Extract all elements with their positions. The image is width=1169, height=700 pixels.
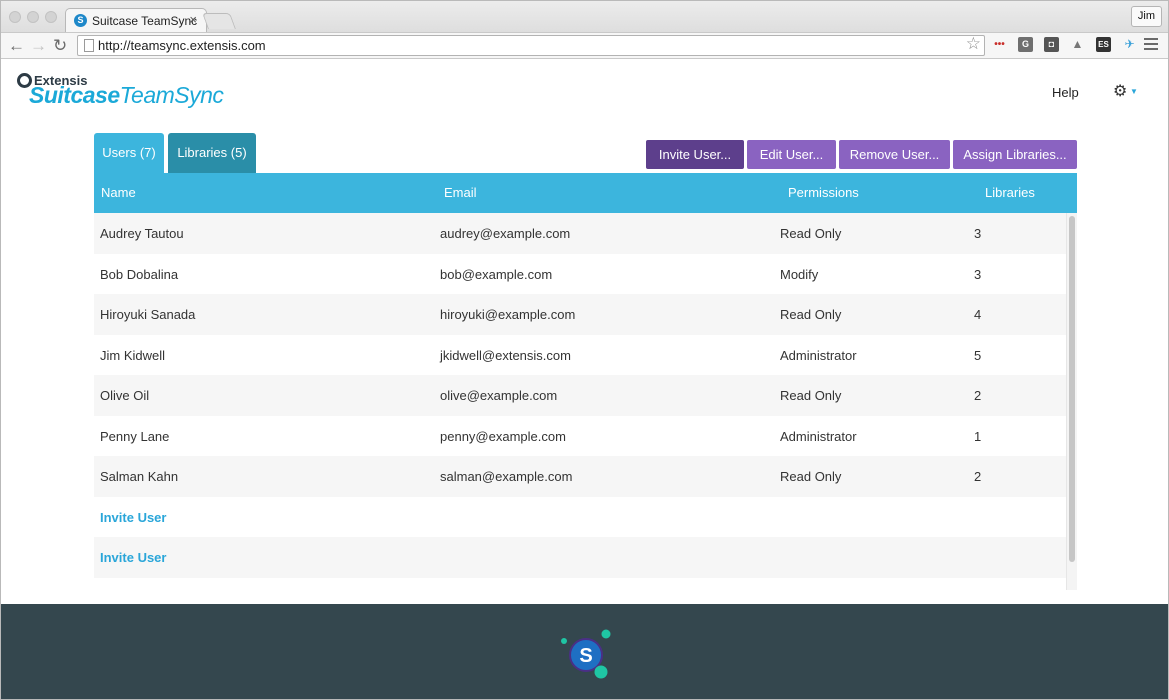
cell-name: Penny Lane (100, 429, 170, 444)
drive-extension-icon[interactable]: ▲ (1070, 37, 1085, 52)
cell-libraries: 3 (974, 267, 982, 282)
cell-email: salman@example.com (440, 469, 573, 484)
page-footer: S (1, 604, 1168, 699)
title-bar: S Suitcase TeamSync × Jim (1, 1, 1168, 33)
cell-libraries: 2 (974, 388, 982, 403)
invite-row: Invite User (94, 497, 1066, 538)
tab-title: Suitcase TeamSync (92, 14, 198, 28)
tab-libraries[interactable]: Libraries (5) (168, 133, 256, 173)
invite-row: Invite User (94, 537, 1066, 578)
table-row[interactable]: Bob Dobalina bob@example.com Modify 3 (94, 254, 1066, 295)
help-link[interactable]: Help (1052, 85, 1079, 100)
page-icon (84, 39, 94, 52)
users-table: Name Email Permissions Libraries Audrey … (94, 173, 1077, 590)
cell-email: audrey@example.com (440, 226, 571, 241)
gear-icon[interactable]: ⚙ (1113, 81, 1127, 101)
edit-user-button[interactable]: Edit User... (747, 140, 836, 169)
cell-permissions: Administrator (780, 348, 857, 363)
grammar-extension-icon[interactable]: G (1018, 37, 1033, 52)
browser-toolbar: ← → ↻ http://teamsync.extensis.com ☆ •••… (1, 32, 1168, 59)
chevron-down-icon[interactable]: ▼ (1130, 87, 1138, 96)
footer-logo-letter: S (579, 645, 592, 667)
url-text[interactable]: http://teamsync.extensis.com (98, 38, 266, 53)
profile-button[interactable]: Jim (1130, 6, 1162, 27)
suitcase-favicon-icon: S (74, 14, 87, 27)
invite-user-link[interactable]: Invite User (100, 550, 166, 565)
table-row[interactable]: Audrey Tautou audrey@example.com Read On… (94, 213, 1066, 254)
column-header-name[interactable]: Name (101, 185, 136, 200)
scrollbar-thumb[interactable] (1069, 216, 1075, 562)
cell-permissions: Read Only (780, 469, 842, 484)
column-header-libraries[interactable]: Libraries (985, 185, 1035, 200)
column-header-email[interactable]: Email (444, 185, 477, 200)
maximize-window-dot[interactable] (45, 11, 57, 23)
cell-name: Audrey Tautou (100, 226, 184, 241)
cell-name: Jim Kidwell (100, 348, 166, 363)
app-page: Extensis SuitcaseTeamSync Help ⚙ ▼ Users… (1, 60, 1168, 604)
pocket-extension-icon[interactable]: ◘ (1044, 37, 1059, 52)
cell-name: Salman Kahn (100, 469, 179, 484)
cell-permissions: Read Only (780, 307, 842, 322)
cell-permissions: Administrator (780, 429, 857, 444)
cell-name: Hiroyuki Sanada (100, 307, 196, 322)
table-row[interactable]: Hiroyuki Sanada hiroyuki@example.com Rea… (94, 294, 1066, 335)
back-arrow-icon[interactable]: ← (8, 36, 25, 56)
address-bar[interactable]: http://teamsync.extensis.com ☆ (77, 34, 985, 56)
cell-email: penny@example.com (440, 429, 566, 444)
cell-libraries: 5 (974, 348, 982, 363)
bird-extension-icon[interactable]: ✈ (1122, 37, 1137, 52)
cell-libraries: 4 (974, 307, 982, 322)
table-row[interactable]: Salman Kahn salman@example.com Read Only… (94, 456, 1066, 497)
table-row[interactable]: Jim Kidwell jkidwell@extensis.com Admini… (94, 335, 1066, 376)
forward-arrow-icon[interactable]: → (30, 36, 47, 56)
table-scrollbar[interactable] (1066, 213, 1077, 590)
cell-permissions: Modify (780, 267, 819, 282)
lastpass-extension-icon[interactable]: ••• (992, 37, 1007, 52)
teamsync-logo-icon: S (561, 629, 611, 679)
table-row[interactable]: Olive Oil olive@example.com Read Only 2 (94, 375, 1066, 416)
remove-user-button[interactable]: Remove User... (839, 140, 950, 169)
cell-libraries: 1 (974, 429, 982, 444)
reload-icon[interactable]: ↻ (53, 36, 67, 56)
minimize-window-dot[interactable] (27, 11, 39, 23)
cell-name: Bob Dobalina (100, 267, 179, 282)
cell-email: bob@example.com (440, 267, 553, 282)
assign-libraries-button[interactable]: Assign Libraries... (953, 140, 1077, 169)
cell-permissions: Read Only (780, 226, 842, 241)
invite-user-button[interactable]: Invite User... (646, 140, 744, 169)
close-window-dot[interactable] (9, 11, 21, 23)
suitcase-teamsync-logo: SuitcaseTeamSync (29, 82, 224, 108)
cell-libraries: 3 (974, 226, 982, 241)
browser-tab[interactable]: S Suitcase TeamSync × (65, 8, 207, 33)
cell-name: Olive Oil (100, 388, 150, 403)
es-extension-icon[interactable]: ES (1096, 37, 1111, 52)
cell-libraries: 2 (974, 469, 982, 484)
column-header-permissions[interactable]: Permissions (788, 185, 859, 200)
cell-email: olive@example.com (440, 388, 558, 403)
table-row[interactable]: Penny Lane penny@example.com Administrat… (94, 416, 1066, 457)
tab-users[interactable]: Users (7) (94, 133, 164, 173)
invite-user-link[interactable]: Invite User (100, 510, 166, 525)
cell-permissions: Read Only (780, 388, 842, 403)
cell-email: hiroyuki@example.com (440, 307, 576, 322)
new-tab-button[interactable] (202, 13, 236, 29)
cell-email: jkidwell@extensis.com (440, 348, 571, 363)
bookmark-star-icon[interactable]: ☆ (966, 34, 981, 54)
tab-close-icon[interactable]: × (189, 12, 197, 27)
browser-window: S Suitcase TeamSync × Jim ← → ↻ http://t… (0, 0, 1169, 700)
browser-menu-icon[interactable] (1144, 38, 1158, 50)
table-header: Name Email Permissions Libraries (94, 173, 1077, 213)
